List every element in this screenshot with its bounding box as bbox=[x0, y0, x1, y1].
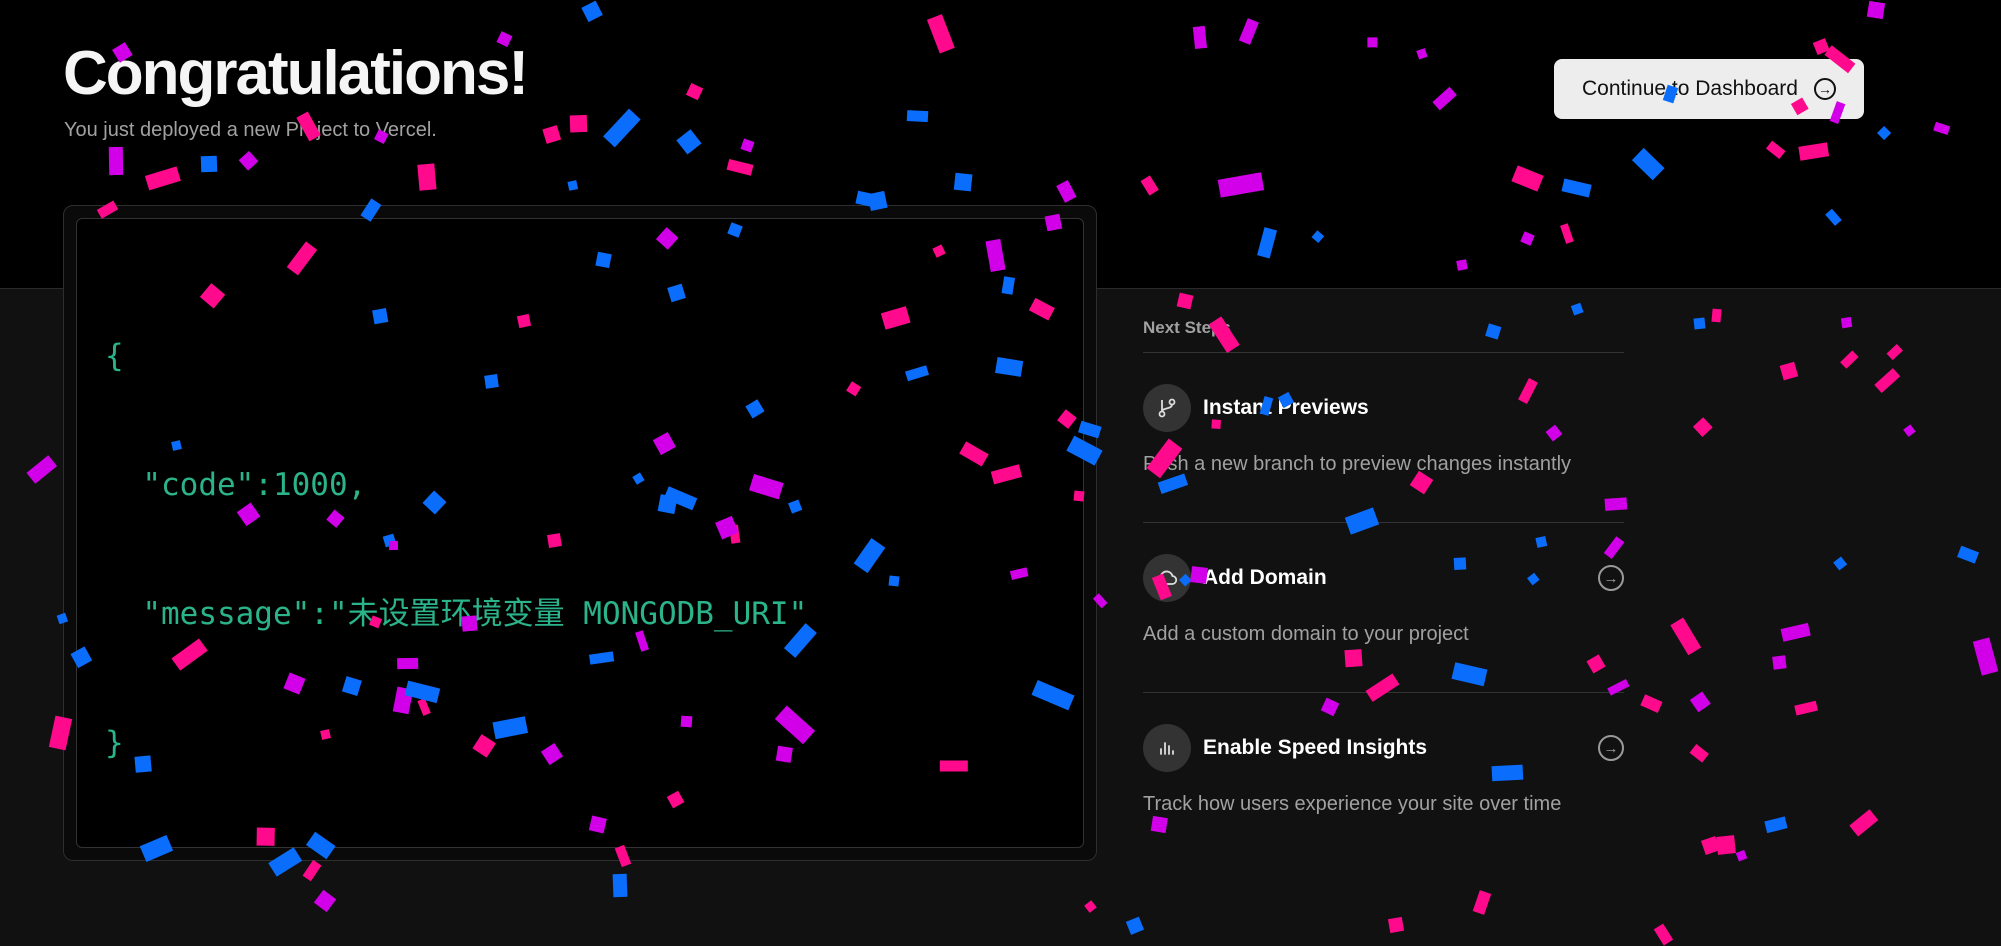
page-title: Congratulations! bbox=[63, 39, 529, 108]
deployment-success-page: Congratulations! You just deployed a new… bbox=[0, 0, 2001, 946]
arrow-right-circle-icon: → bbox=[1813, 78, 1836, 100]
preview-json-response: { "code":1000, "message":"未设置环境变量 MONGOD… bbox=[105, 249, 807, 851]
cloud-icon bbox=[1143, 554, 1191, 602]
step-description: Add a custom domain to your project bbox=[1143, 623, 1469, 645]
code-line: "code":1000, bbox=[105, 467, 367, 503]
bar-chart-icon bbox=[1143, 724, 1191, 772]
continue-button-label: Continue to Dashboard bbox=[1582, 77, 1798, 100]
git-branch-icon bbox=[1143, 384, 1191, 432]
step-title: Instant Previews bbox=[1203, 396, 1369, 419]
step-title: Enable Speed Insights bbox=[1203, 736, 1428, 759]
arrow-right-circle-icon[interactable]: → bbox=[1598, 565, 1624, 591]
step-description: Push a new branch to preview changes ins… bbox=[1143, 453, 1572, 475]
step-instant-previews[interactable]: Instant Previews Push a new branch to pr… bbox=[1143, 353, 1624, 522]
deployment-preview-frame[interactable]: { "code":1000, "message":"未设置环境变量 MONGOD… bbox=[63, 205, 1097, 861]
code-line: } bbox=[105, 725, 124, 761]
step-title: Add Domain bbox=[1203, 566, 1327, 589]
code-line: { bbox=[105, 338, 124, 374]
page-subtitle: You just deployed a new Project to Verce… bbox=[64, 119, 437, 141]
code-line: "message":"未设置环境变量 MONGODB_URI" bbox=[105, 596, 808, 632]
step-enable-speed-insights[interactable]: Enable Speed Insights → Track how users … bbox=[1143, 693, 1624, 862]
step-description: Track how users experience your site ove… bbox=[1143, 793, 1562, 815]
arrow-right-circle-icon[interactable]: → bbox=[1598, 735, 1624, 761]
next-steps-heading: Next Steps bbox=[1143, 318, 1231, 337]
next-steps-panel: Next Steps Instant Previews Push a new b… bbox=[1143, 316, 1624, 862]
step-add-domain[interactable]: Add Domain → Add a custom domain to your… bbox=[1143, 523, 1624, 692]
continue-to-dashboard-button[interactable]: Continue to Dashboard → bbox=[1554, 59, 1864, 119]
deployment-preview-screen: { "code":1000, "message":"未设置环境变量 MONGOD… bbox=[76, 218, 1084, 848]
